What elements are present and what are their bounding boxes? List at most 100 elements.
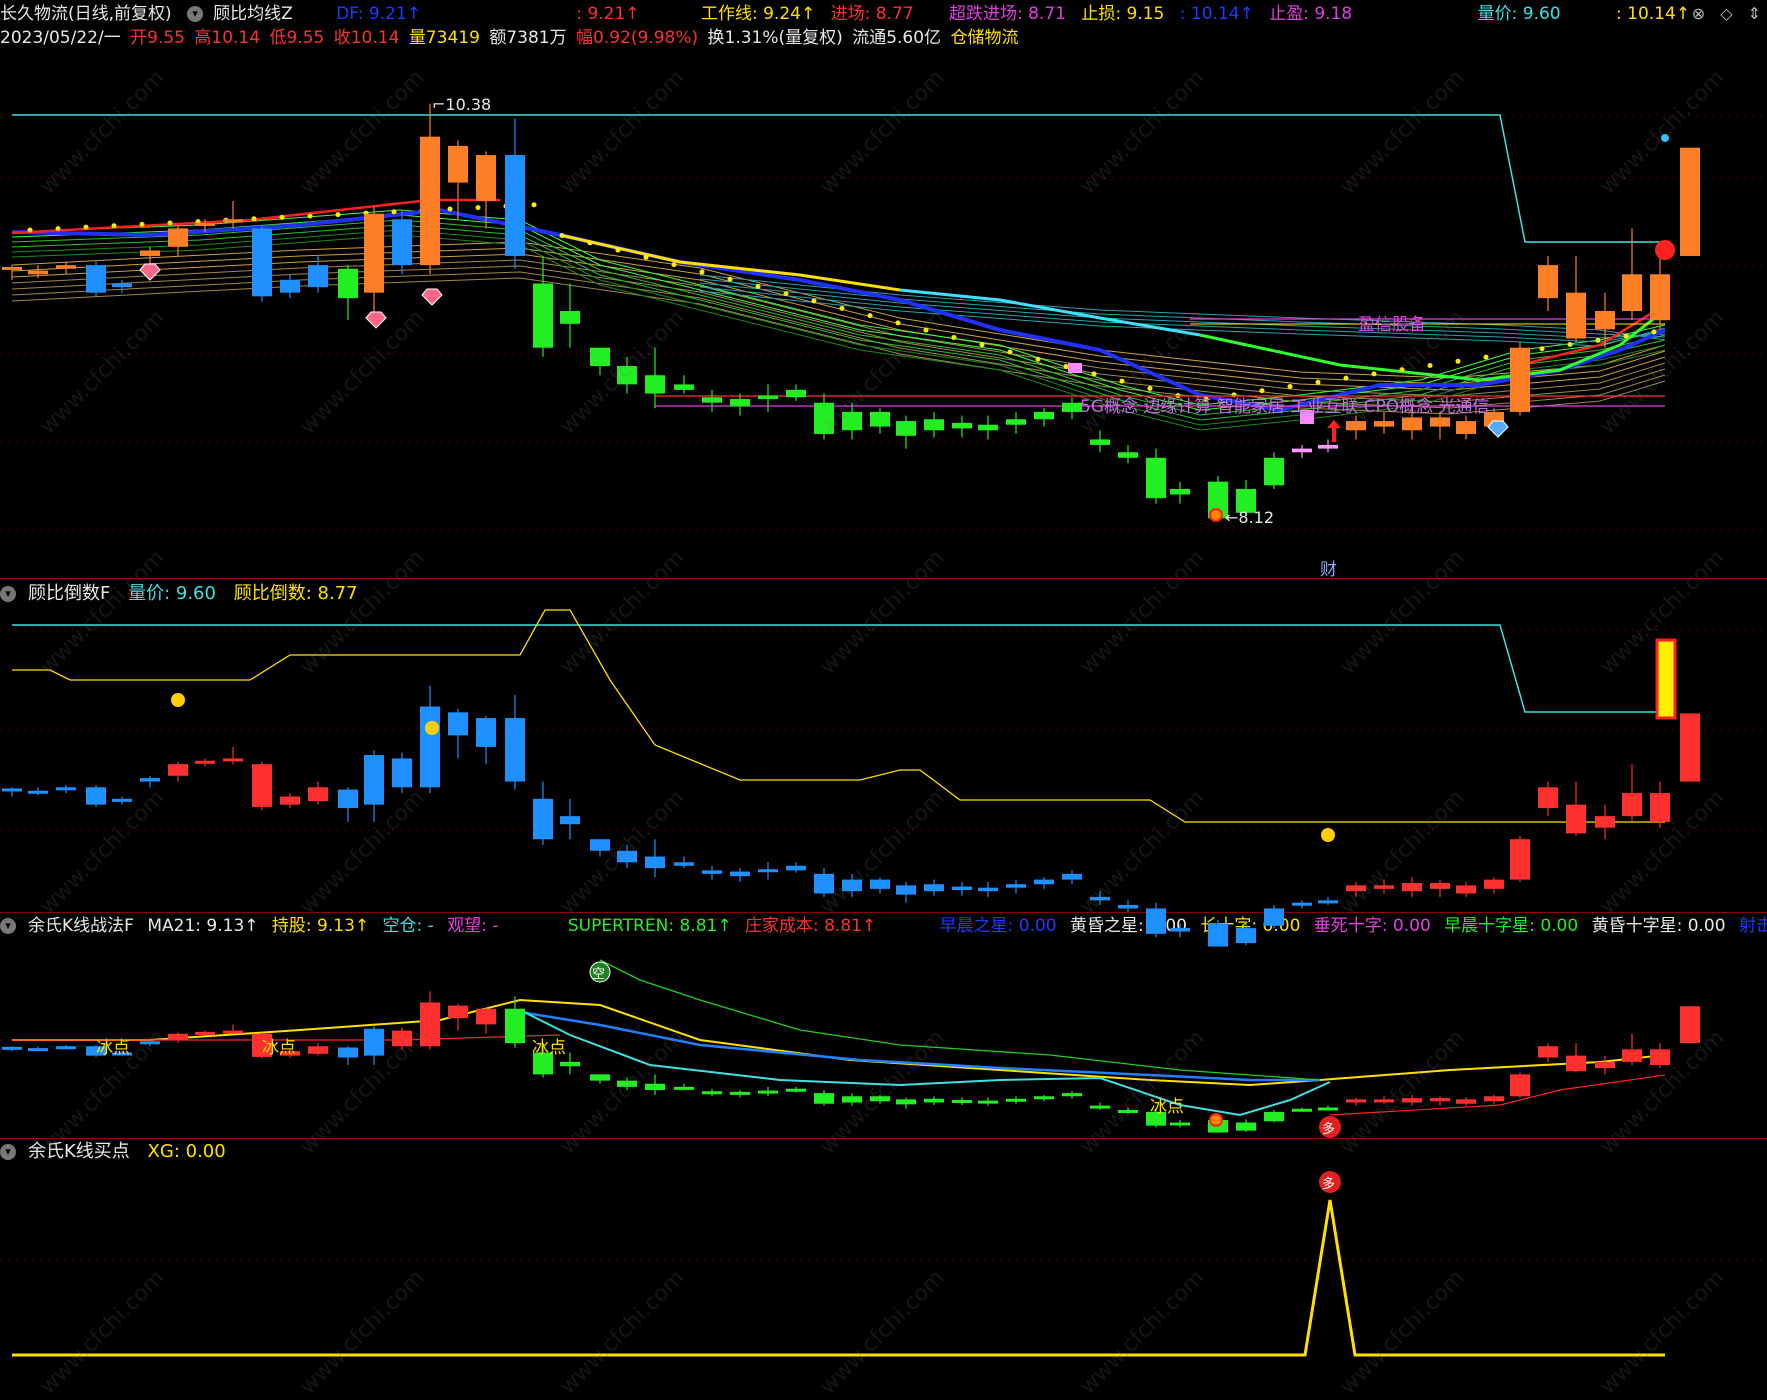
trend-dot — [1595, 337, 1601, 343]
candle-body — [952, 422, 972, 429]
pane2-candle-body — [1680, 713, 1700, 782]
trend-dot — [559, 233, 565, 239]
candle-body — [924, 419, 944, 431]
candle-body — [870, 411, 890, 427]
pane3-candle-body — [392, 1030, 412, 1047]
trend-dot — [475, 205, 481, 211]
pane3-candle-body — [1170, 1122, 1190, 1126]
trend-dot — [699, 269, 705, 275]
candle-body — [702, 397, 722, 403]
trend-dot — [447, 206, 453, 212]
trend-dot — [307, 213, 313, 219]
candle-body — [168, 228, 188, 247]
pane2-candle-body — [978, 887, 998, 892]
trend-dot — [727, 276, 733, 282]
trend-dot — [671, 262, 677, 268]
pane2-candle-body — [1118, 905, 1138, 909]
pane2-candle-body — [924, 884, 944, 892]
pane2-candle-body — [702, 870, 722, 874]
pane2-candle-body — [392, 758, 412, 788]
pane2-candle-body — [364, 755, 384, 805]
candle-body — [1402, 417, 1422, 431]
pane3-candle-body — [1680, 1006, 1700, 1044]
pane3-candle-body — [1006, 1098, 1026, 1102]
pane3-candle-body — [308, 1046, 328, 1054]
pane2-candle-body — [1430, 883, 1450, 889]
pane3-candle-body — [645, 1083, 665, 1090]
ice-point-label: 冰点 — [96, 1038, 130, 1058]
ice-point-label: 冰点 — [262, 1038, 296, 1058]
pane2-candle-body — [730, 871, 750, 877]
candle-body — [476, 155, 496, 201]
pane4-plot — [12, 1171, 1665, 1357]
candle-body — [1622, 274, 1642, 311]
pane3-cost-line-2 — [1329, 1074, 1666, 1116]
pane2-candle-body — [1062, 873, 1082, 880]
pane3-candlesticks — [2, 959, 1700, 1133]
pane3-candle-body — [758, 1090, 778, 1094]
pane2-candle-body — [476, 718, 496, 747]
pane3-candle-body — [223, 1030, 243, 1034]
pane3-candle-body — [1430, 1098, 1450, 1102]
pane2-candle-body — [420, 706, 440, 788]
trend-dot — [1091, 371, 1097, 377]
pane3-candle-body — [195, 1031, 215, 1035]
pane2-candle-body — [1236, 928, 1256, 944]
candle-body — [533, 283, 553, 348]
pane2-candle-body — [1146, 908, 1166, 934]
trend-dot — [27, 227, 33, 233]
candle-body — [1566, 292, 1586, 339]
pane3-candle-body — [28, 1048, 48, 1052]
pane2-candle-body — [1402, 883, 1422, 892]
candle-body — [56, 265, 76, 269]
pane2-candle-body — [1622, 793, 1642, 817]
duo-label: 多 — [1322, 1121, 1335, 1137]
pane2-candle-body — [252, 764, 272, 807]
pane3-candle-body — [617, 1080, 637, 1087]
gem-icon — [421, 288, 443, 306]
pane3-candle-body — [1318, 1107, 1338, 1111]
candle-body — [842, 411, 862, 431]
ice-point-label: 冰点 — [532, 1038, 566, 1058]
pane3-candle-body — [1374, 1099, 1394, 1103]
candle-body — [730, 399, 750, 407]
pane2-candle-body — [140, 778, 160, 782]
kline-chart-canvas[interactable]: ⌐10.38 ←8.12 盈信股备 5G概念 边缘计算 智能家居 工业互联 CPO概念… — [0, 0, 1767, 1361]
pane2-candle-body — [338, 789, 358, 809]
pane3-candle-body — [1118, 1110, 1138, 1113]
pane3-candle-body — [1264, 1111, 1284, 1122]
pane3-candle-body — [2, 1046, 22, 1050]
pane2-candle-body — [1292, 902, 1312, 906]
pane2-candle-body — [1208, 923, 1228, 947]
trend-dot — [1147, 385, 1153, 391]
cai-label: 财 — [1320, 560, 1337, 580]
candle-body — [195, 222, 215, 226]
trend-dot — [531, 202, 537, 208]
pane3-candle-body — [1346, 1099, 1366, 1103]
pane3-candle-body — [1510, 1074, 1530, 1097]
xg-signal-line — [12, 1199, 1665, 1357]
pane2-candle-body — [1374, 885, 1394, 889]
candle-body — [338, 268, 358, 299]
pane2-candle-body — [280, 796, 300, 805]
low-price-label: ←8.12 — [1225, 508, 1274, 527]
candle-body — [28, 270, 48, 275]
candle-body — [978, 424, 998, 431]
candle-body — [1595, 311, 1615, 330]
pane3-candle-body — [842, 1096, 862, 1103]
trend-dot — [979, 342, 985, 348]
pane3-candle-body — [814, 1093, 834, 1104]
trend-dot — [587, 240, 593, 246]
pane2-candle-body — [56, 787, 76, 791]
pane3-candle-body — [786, 1088, 806, 1092]
pane2-candle-body — [645, 856, 665, 869]
candle-body — [112, 283, 132, 288]
trend-dot — [615, 247, 621, 253]
pane3-candle-body — [590, 1074, 610, 1081]
candle-body — [2, 266, 22, 270]
pane3-candle-body — [140, 1041, 160, 1045]
trend-dot — [755, 283, 761, 289]
trend-dot — [895, 320, 901, 326]
candle-body — [392, 219, 412, 266]
candle-body — [1680, 147, 1700, 256]
